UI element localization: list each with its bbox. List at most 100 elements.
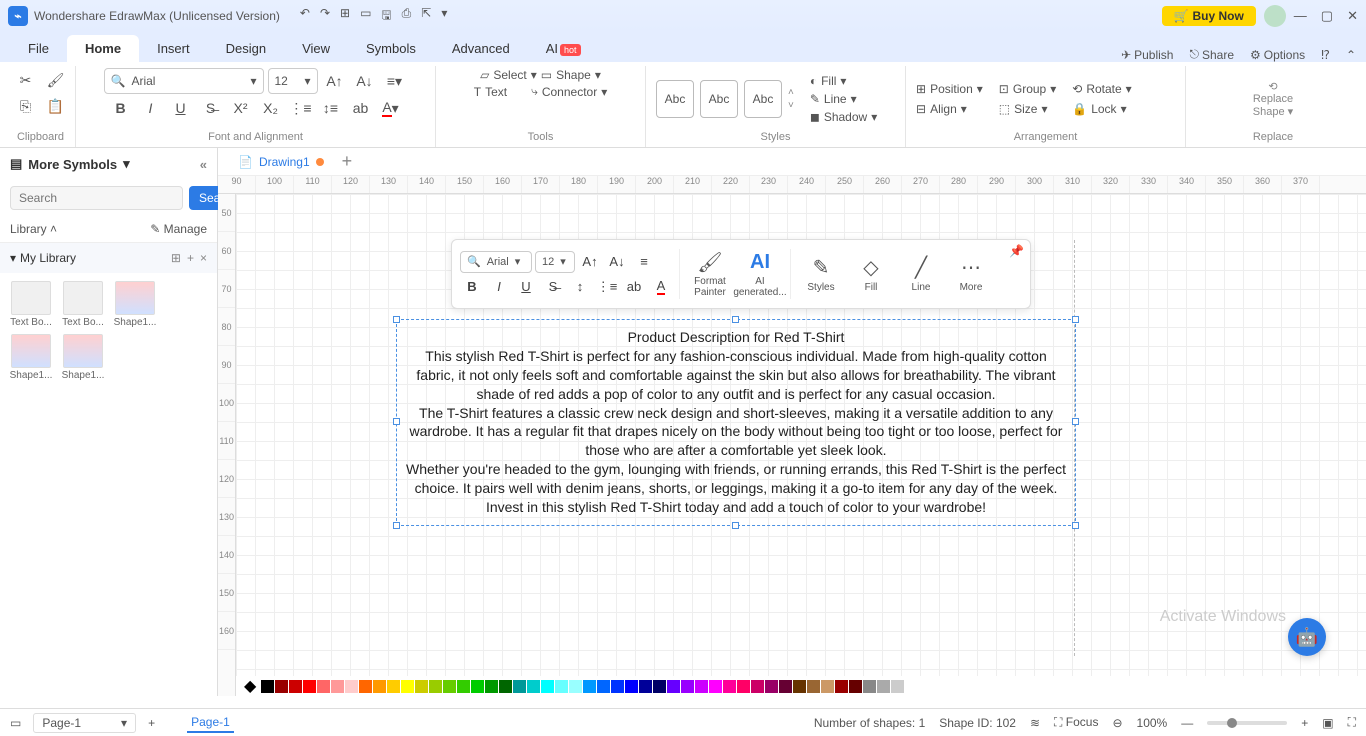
tab-view[interactable]: View [284,35,348,62]
resize-handle[interactable] [1072,316,1079,323]
float-font-select[interactable]: 🔍Arial▾ [460,251,532,273]
color-swatch[interactable] [303,680,316,693]
canvas[interactable]: 📌 🔍Arial▾ 12▾ A↑ A↓ ≡ B I U S̶ ↕ ⋮≡ ab [236,194,1366,676]
document-tab[interactable]: 📄 Drawing1 [228,151,334,173]
font-size-select[interactable]: 12▾ [268,68,318,94]
fullscreen-icon[interactable]: ⛶ [1348,715,1356,730]
group-button[interactable]: ⊡ Group ▾ [999,82,1056,96]
page-layout-icon[interactable]: ▭ [10,716,21,730]
increase-font-icon[interactable]: A↑ [322,69,348,93]
color-swatch[interactable] [583,680,596,693]
zoom-out-button[interactable]: ⊖ [1112,716,1122,730]
tab-advanced[interactable]: Advanced [434,35,528,62]
color-swatch[interactable] [317,680,330,693]
color-swatch[interactable] [723,680,736,693]
lib-add-icon[interactable]: + [187,251,194,265]
float-list-icon[interactable]: ⋮≡ [595,276,619,298]
symbol-search-input[interactable] [10,186,183,210]
subscript-icon[interactable]: X₂ [258,96,284,120]
float-format-painter[interactable]: 🖌Format Painter [686,250,734,298]
size-button[interactable]: ⬚ Size ▾ [999,102,1056,116]
tab-file[interactable]: File [10,35,67,62]
style-preset-1[interactable]: Abc [656,80,694,118]
my-library-label[interactable]: My Library [20,251,76,265]
color-swatch[interactable] [709,680,722,693]
shape-item[interactable]: Shape1... [60,334,106,381]
color-swatch[interactable] [611,680,624,693]
replace-shape-button[interactable]: ⟲Replace Shape ▾ [1245,76,1301,122]
strike-icon[interactable]: S̶ [198,96,224,120]
decrease-font-icon[interactable]: A↓ [352,69,378,93]
lib-close-icon[interactable]: × [200,251,207,265]
focus-button[interactable]: ⛶ Focus [1054,715,1098,730]
lib-view-icon[interactable]: ⊞ [171,251,181,265]
close-icon[interactable]: ✕ [1347,8,1358,24]
float-size-select[interactable]: 12▾ [535,251,575,273]
color-swatch[interactable] [541,680,554,693]
spacing-icon[interactable]: ↕≡ [318,96,344,120]
color-swatch[interactable] [835,680,848,693]
color-swatch[interactable] [387,680,400,693]
float-line-button[interactable]: ╱Line [897,256,945,293]
zoom-level[interactable]: 100% [1137,716,1168,730]
color-swatch[interactable] [863,680,876,693]
zoom-in-button[interactable]: — [1181,716,1193,730]
underline-icon[interactable]: U [168,96,194,120]
page-tab[interactable]: Page-1 [187,713,234,733]
lock-button[interactable]: 🔒 Lock ▾ [1072,102,1131,116]
color-swatch[interactable] [485,680,498,693]
tab-home[interactable]: Home [67,35,139,62]
float-align-icon[interactable]: ≡ [632,251,656,273]
shape-item[interactable]: Text Bo... [8,281,54,328]
color-swatch[interactable] [639,680,652,693]
color-swatch[interactable] [499,680,512,693]
resize-handle[interactable] [393,522,400,529]
bullets-icon[interactable]: ⋮≡ [288,96,314,120]
color-swatch[interactable] [359,680,372,693]
color-swatch[interactable] [261,680,274,693]
align-button[interactable]: ⊟ Align ▾ [916,102,983,116]
float-highlight-icon[interactable]: ab [622,276,646,298]
color-swatch[interactable] [373,680,386,693]
font-color-icon[interactable]: A▾ [378,96,404,120]
float-strike-icon[interactable]: S̶ [541,276,565,298]
layers-icon[interactable]: ≋ [1030,716,1040,730]
color-swatch[interactable] [569,680,582,693]
float-fill-button[interactable]: ◇Fill [847,256,895,293]
shadow-button[interactable]: ◼ Shadow ▾ [810,110,877,124]
page-selector[interactable]: Page-1▾ [33,713,136,733]
superscript-icon[interactable]: X² [228,96,254,120]
tab-design[interactable]: Design [208,35,284,62]
tab-insert[interactable]: Insert [139,35,208,62]
print-icon[interactable]: ⎙ [402,6,412,27]
resize-handle[interactable] [1072,418,1079,425]
color-swatch[interactable] [737,680,750,693]
zoom-plus-icon[interactable]: + [1301,716,1308,730]
open-icon[interactable]: ▭ [360,6,371,27]
color-swatch[interactable] [527,680,540,693]
float-more-button[interactable]: ⋯More [947,256,995,293]
shape-tool[interactable]: ▭ Shape ▾ [541,68,601,82]
select-tool[interactable]: ▱ Select ▾ [480,68,537,82]
resize-handle[interactable] [732,316,739,323]
format-painter-icon[interactable]: 🖌 [43,68,69,92]
color-swatch[interactable] [751,680,764,693]
highlight-icon[interactable]: ab [348,96,374,120]
float-styles-button[interactable]: ✎Styles [797,256,845,293]
color-swatch[interactable] [597,680,610,693]
new-icon[interactable]: ⊞ [340,6,350,27]
redo-icon[interactable]: ↷ [320,6,330,27]
library-link[interactable]: Library ˄ [10,222,57,236]
float-dec-font-icon[interactable]: A↓ [605,251,629,273]
resize-handle[interactable] [1072,522,1079,529]
maximize-icon[interactable]: ▢ [1321,8,1333,24]
paste-icon[interactable]: 📋 [43,94,69,118]
zoom-slider[interactable] [1207,721,1287,725]
color-swatch[interactable] [765,680,778,693]
color-swatch[interactable] [891,680,904,693]
style-preset-2[interactable]: Abc [700,80,738,118]
font-name-select[interactable]: 🔍Arial▾ [104,68,264,94]
italic-icon[interactable]: I [138,96,164,120]
color-swatch[interactable] [555,680,568,693]
fill-button[interactable]: ◐ Fill ▾ [810,74,877,88]
